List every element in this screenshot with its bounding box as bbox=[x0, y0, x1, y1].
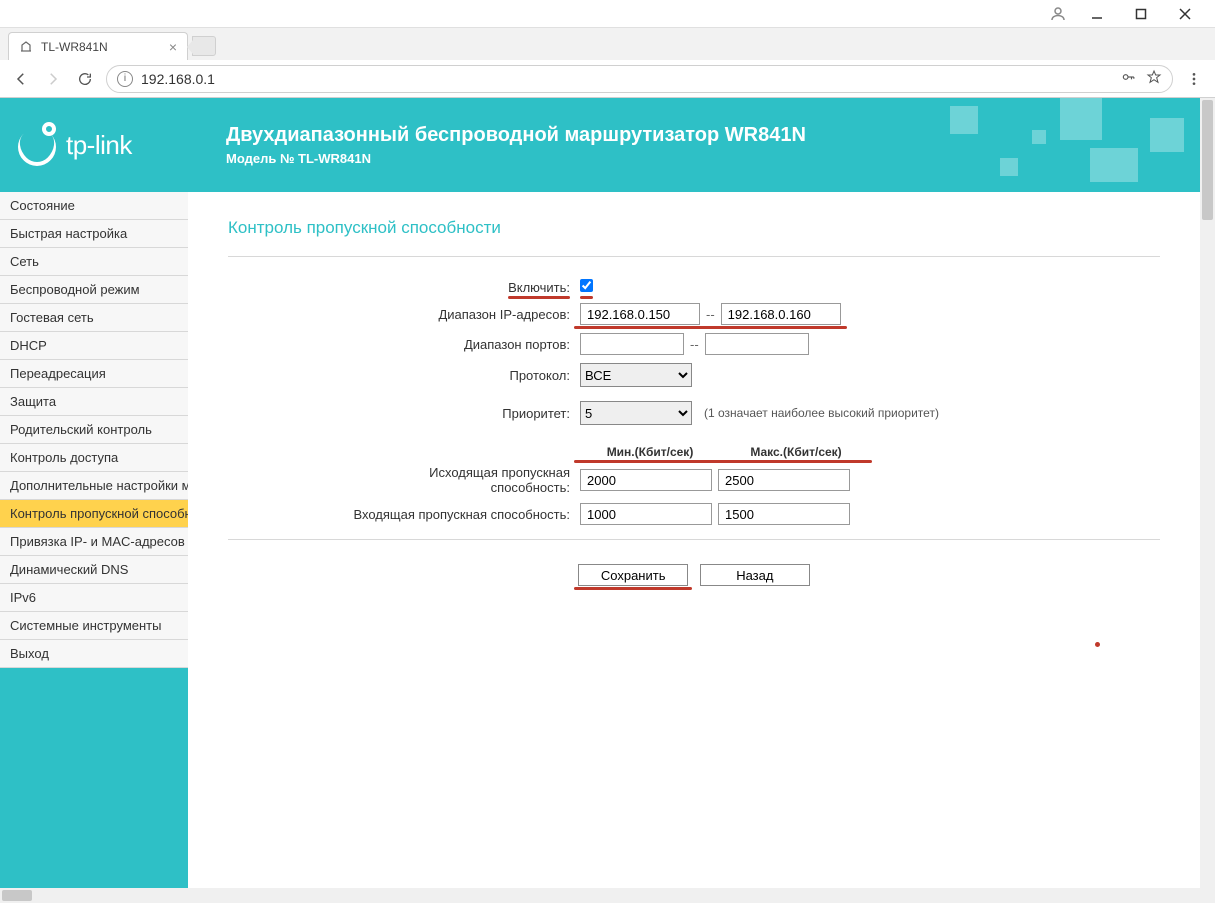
saved-password-icon[interactable] bbox=[1120, 70, 1136, 87]
divider bbox=[228, 539, 1160, 540]
sidebar-item[interactable]: Выход bbox=[0, 640, 188, 668]
sidebar-item[interactable]: Дополнительные настройки маршрутизации bbox=[0, 472, 188, 500]
device-model: Модель № TL-WR841N bbox=[226, 151, 806, 166]
window-maximize-button[interactable] bbox=[1119, 0, 1163, 28]
section-title: Контроль пропускной способности bbox=[228, 218, 1160, 238]
nav-reload-button[interactable] bbox=[74, 68, 96, 90]
port-from-input[interactable] bbox=[580, 333, 684, 355]
divider bbox=[228, 256, 1160, 257]
browser-toolbar: i 192.168.0.1 bbox=[0, 60, 1215, 98]
enable-checkbox[interactable] bbox=[580, 279, 593, 292]
tab-title: TL-WR841N bbox=[41, 40, 108, 54]
label-egress: Исходящая пропускная способность: bbox=[348, 465, 580, 495]
sidebar-item[interactable]: Беспроводной режим bbox=[0, 276, 188, 304]
window-titlebar bbox=[0, 0, 1215, 28]
back-button[interactable]: Назад bbox=[700, 564, 810, 586]
vertical-scrollbar[interactable] bbox=[1200, 98, 1215, 888]
tplink-logo-icon bbox=[18, 124, 60, 166]
bookmark-star-icon[interactable] bbox=[1146, 69, 1162, 88]
router-header: tp-link Двухдиапазонный беспроводной мар… bbox=[0, 98, 1200, 192]
sidebar-item[interactable]: Переадресация bbox=[0, 360, 188, 388]
sidebar-item[interactable]: Контроль доступа bbox=[0, 444, 188, 472]
url-text: 192.168.0.1 bbox=[141, 71, 1112, 87]
sidebar-item[interactable]: Родительский контроль bbox=[0, 416, 188, 444]
scrollbar-thumb[interactable] bbox=[1202, 100, 1213, 220]
window-minimize-button[interactable] bbox=[1075, 0, 1119, 28]
ip-to-input[interactable] bbox=[721, 303, 841, 325]
sidebar-item[interactable]: Динамический DNS bbox=[0, 556, 188, 584]
device-title: Двухдиапазонный беспроводной маршрутизат… bbox=[226, 124, 806, 147]
window-close-button[interactable] bbox=[1163, 0, 1207, 28]
col-header-max: Макс.(Кбит/сек) bbox=[726, 445, 866, 459]
brand-name: tp-link bbox=[66, 130, 132, 161]
protocol-select[interactable]: ВСЕ bbox=[580, 363, 692, 387]
browser-menu-button[interactable] bbox=[1183, 68, 1205, 90]
sidebar-item[interactable]: Состояние bbox=[0, 192, 188, 220]
sidebar-item[interactable]: Системные инструменты bbox=[0, 612, 188, 640]
ip-from-input[interactable] bbox=[580, 303, 700, 325]
sidebar-item[interactable]: Гостевая сеть bbox=[0, 304, 188, 332]
label-ip-range: Диапазон IP-адресов: bbox=[348, 307, 580, 322]
save-button[interactable]: Сохранить bbox=[578, 564, 688, 586]
label-port-range: Диапазон портов: bbox=[348, 337, 580, 352]
sidebar-item[interactable]: Быстрая настройка bbox=[0, 220, 188, 248]
ingress-max-input[interactable] bbox=[718, 503, 850, 525]
tab-favicon-icon bbox=[19, 40, 33, 54]
sidebar-item[interactable]: Защита bbox=[0, 388, 188, 416]
sidebar-item[interactable]: DHCP bbox=[0, 332, 188, 360]
egress-min-input[interactable] bbox=[580, 469, 712, 491]
sidebar-item[interactable]: IPv6 bbox=[0, 584, 188, 612]
range-separator: -- bbox=[690, 337, 699, 352]
egress-max-input[interactable] bbox=[718, 469, 850, 491]
horizontal-scrollbar[interactable] bbox=[0, 888, 1215, 903]
ingress-min-input[interactable] bbox=[580, 503, 712, 525]
label-ingress: Входящая пропускная способность: bbox=[348, 507, 580, 522]
tab-close-icon[interactable]: × bbox=[169, 39, 177, 55]
label-protocol: Протокол: bbox=[348, 368, 580, 383]
content-area: Контроль пропускной способности Включить… bbox=[188, 192, 1200, 888]
col-header-min: Мин.(Кбит/сек) bbox=[580, 445, 720, 459]
address-bar[interactable]: i 192.168.0.1 bbox=[106, 65, 1173, 93]
nav-back-button[interactable] bbox=[10, 68, 32, 90]
nav-forward-button[interactable] bbox=[42, 68, 64, 90]
label-priority: Приоритет: bbox=[348, 406, 580, 421]
browser-tabstrip: TL-WR841N × bbox=[0, 28, 1215, 60]
user-account-icon[interactable] bbox=[1041, 0, 1075, 28]
range-separator: -- bbox=[706, 307, 715, 322]
brand-logo: tp-link bbox=[0, 124, 190, 166]
priority-hint: (1 означает наиболее высокий приоритет) bbox=[704, 406, 939, 420]
sidebar-item[interactable]: Сеть bbox=[0, 248, 188, 276]
new-tab-button[interactable] bbox=[192, 36, 216, 56]
sidebar-nav: СостояниеБыстрая настройкаСетьБеспроводн… bbox=[0, 192, 188, 888]
header-decoration bbox=[940, 98, 1200, 192]
priority-select[interactable]: 5 bbox=[580, 401, 692, 425]
annotation-dot bbox=[1095, 642, 1100, 647]
port-to-input[interactable] bbox=[705, 333, 809, 355]
site-info-icon[interactable]: i bbox=[117, 71, 133, 87]
browser-tab[interactable]: TL-WR841N × bbox=[8, 32, 188, 60]
sidebar-item[interactable]: Привязка IP- и MAC-адресов bbox=[0, 528, 188, 556]
label-enable: Включить: bbox=[508, 280, 570, 295]
scrollbar-thumb[interactable] bbox=[2, 890, 32, 901]
sidebar-item[interactable]: Контроль пропускной способности bbox=[0, 500, 188, 528]
